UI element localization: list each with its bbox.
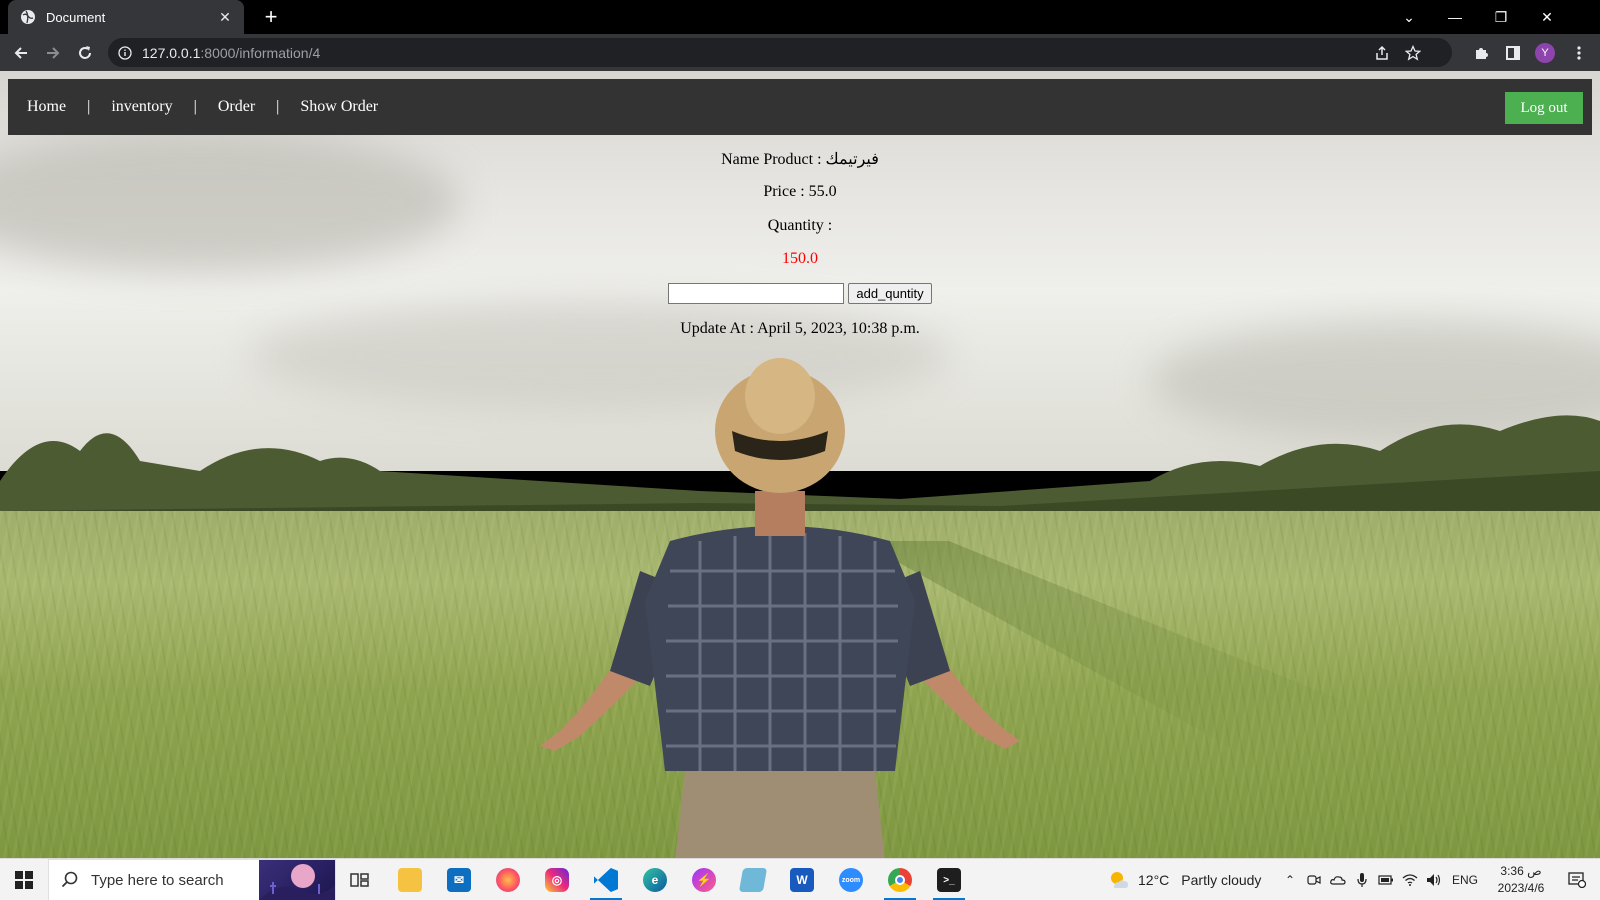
clock-time: 3:36 ص bbox=[1500, 864, 1542, 878]
back-button[interactable] bbox=[8, 40, 34, 66]
farmer-figure bbox=[540, 358, 1020, 858]
zoom-icon: zoom bbox=[839, 868, 863, 892]
weather-temperature: 12°C bbox=[1138, 872, 1170, 888]
taskbar-firefox[interactable] bbox=[488, 863, 528, 897]
taskbar-mail[interactable]: ✉ bbox=[439, 863, 479, 897]
bookmark-star-icon[interactable] bbox=[1400, 38, 1426, 67]
forward-button[interactable] bbox=[40, 40, 66, 66]
terminal-icon: >_ bbox=[937, 868, 961, 892]
partly-cloudy-icon bbox=[1111, 872, 1128, 888]
page-viewport: Home | inventory | Order | Show Order Lo… bbox=[0, 71, 1600, 858]
clock-date: 2023/4/6 bbox=[1497, 881, 1545, 895]
profile-initial: Y bbox=[1535, 43, 1555, 63]
close-window-button[interactable]: ✕ bbox=[1524, 0, 1570, 34]
info-icon[interactable] bbox=[118, 45, 132, 60]
task-view-button[interactable] bbox=[340, 863, 380, 897]
side-panel-icon[interactable] bbox=[1500, 40, 1526, 66]
taskbar-chrome[interactable] bbox=[880, 863, 920, 900]
mail-icon: ✉ bbox=[447, 868, 471, 892]
onedrive-cloud-icon[interactable] bbox=[1328, 859, 1348, 900]
meet-now-icon[interactable] bbox=[1304, 859, 1324, 900]
taskbar-file-explorer[interactable] bbox=[390, 863, 430, 897]
add-quantity-form: add_quntity bbox=[0, 283, 1600, 304]
nav-links: Home | inventory | Order | Show Order bbox=[27, 79, 378, 135]
browser-tab[interactable]: Document ✕ bbox=[8, 0, 244, 34]
restore-button[interactable]: ❐ bbox=[1478, 0, 1524, 34]
weather-widget[interactable]: 12°C Partly cloudy bbox=[1108, 859, 1261, 900]
taskbar-clock[interactable]: 3:36 ص 2023/4/6 bbox=[1486, 863, 1556, 897]
firefox-icon bbox=[496, 868, 520, 892]
minimize-button[interactable]: — bbox=[1432, 0, 1478, 34]
quantity-label: Quantity : bbox=[767, 217, 833, 234]
nav-separator: | bbox=[87, 98, 91, 115]
chrome-icon bbox=[888, 868, 912, 892]
notifications-icon[interactable] bbox=[1562, 859, 1592, 900]
task-view-icon bbox=[350, 873, 369, 887]
updated-at: Update At : April 5, 2023, 10:38 p.m. bbox=[680, 320, 920, 337]
reload-icon bbox=[79, 46, 91, 59]
back-arrow-icon bbox=[14, 47, 27, 59]
taskbar-edge[interactable]: e bbox=[635, 863, 675, 897]
weather-description: Partly cloudy bbox=[1181, 872, 1262, 888]
quantity-input[interactable] bbox=[668, 283, 845, 304]
microphone-icon[interactable] bbox=[1352, 859, 1372, 900]
product-price: Price : 55.0 bbox=[763, 183, 837, 200]
search-placeholder: Type here to search bbox=[91, 871, 224, 889]
reload-button[interactable] bbox=[72, 40, 98, 66]
browser-toolbar: 127.0.0.1:8000/information/4 Y bbox=[0, 34, 1600, 71]
notepad-icon bbox=[738, 868, 768, 892]
extensions-puzzle-icon[interactable] bbox=[1468, 40, 1494, 66]
nav-link-inventory[interactable]: inventory bbox=[111, 98, 172, 116]
browser-tabbar: Document ✕ + ⌄ — ❐ ✕ bbox=[0, 0, 1600, 34]
taskbar-terminal[interactable]: >_ bbox=[929, 863, 969, 900]
windows-logo-icon bbox=[15, 871, 33, 889]
taskbar-notepad[interactable] bbox=[733, 863, 773, 897]
share-icon[interactable] bbox=[1369, 38, 1395, 67]
forward-arrow-icon bbox=[47, 47, 60, 59]
tab-close-icon[interactable]: ✕ bbox=[216, 9, 234, 26]
top-navbar: Home | inventory | Order | Show Order Lo… bbox=[8, 79, 1592, 135]
more-menu-icon[interactable] bbox=[1566, 40, 1592, 66]
url-text: 127.0.0.1:8000/information/4 bbox=[142, 44, 321, 61]
new-tab-button[interactable]: + bbox=[258, 4, 284, 30]
edge-icon: e bbox=[643, 868, 667, 892]
nav-link-home[interactable]: Home bbox=[27, 98, 66, 116]
instagram-icon: ◎ bbox=[545, 868, 569, 892]
volume-icon[interactable] bbox=[1424, 859, 1444, 900]
start-button[interactable] bbox=[0, 859, 48, 900]
search-highlight-art bbox=[259, 860, 335, 900]
taskbar-search[interactable]: Type here to search bbox=[48, 859, 336, 900]
wifi-icon[interactable] bbox=[1400, 859, 1420, 900]
messenger-icon: ⚡ bbox=[692, 868, 716, 892]
show-hidden-icons-chevron-icon[interactable]: ⌃ bbox=[1280, 859, 1300, 900]
windows-taskbar: Type here to search ✉ ◎ e ⚡ W zoom >_ 12… bbox=[0, 858, 1600, 900]
nav-link-show-order[interactable]: Show Order bbox=[300, 98, 378, 116]
search-icon bbox=[61, 871, 78, 888]
word-icon: W bbox=[790, 868, 814, 892]
globe-icon bbox=[20, 9, 36, 25]
tab-search-chevron-icon[interactable]: ⌄ bbox=[1386, 0, 1432, 34]
profile-avatar[interactable]: Y bbox=[1532, 40, 1558, 66]
taskbar-word[interactable]: W bbox=[782, 863, 822, 897]
folder-icon bbox=[398, 868, 422, 892]
nav-link-order[interactable]: Order bbox=[218, 98, 255, 116]
vscode-icon bbox=[594, 868, 618, 892]
add-quantity-button[interactable]: add_quntity bbox=[848, 283, 932, 304]
nav-separator: | bbox=[276, 98, 280, 115]
taskbar-instagram[interactable]: ◎ bbox=[537, 863, 577, 897]
product-name: Name Product : فيرتيمك bbox=[721, 151, 879, 168]
address-bar[interactable]: 127.0.0.1:8000/information/4 bbox=[108, 38, 1452, 67]
language-indicator[interactable]: ENG bbox=[1448, 859, 1482, 900]
taskbar-messenger[interactable]: ⚡ bbox=[684, 863, 724, 897]
taskbar-vscode[interactable] bbox=[586, 863, 626, 900]
tab-title: Document bbox=[46, 9, 106, 25]
nav-separator: | bbox=[193, 98, 197, 115]
quantity-value: 150.0 bbox=[782, 250, 818, 267]
logout-button[interactable]: Log out bbox=[1505, 92, 1583, 124]
taskbar-zoom[interactable]: zoom bbox=[831, 863, 871, 897]
battery-icon[interactable] bbox=[1376, 859, 1396, 900]
